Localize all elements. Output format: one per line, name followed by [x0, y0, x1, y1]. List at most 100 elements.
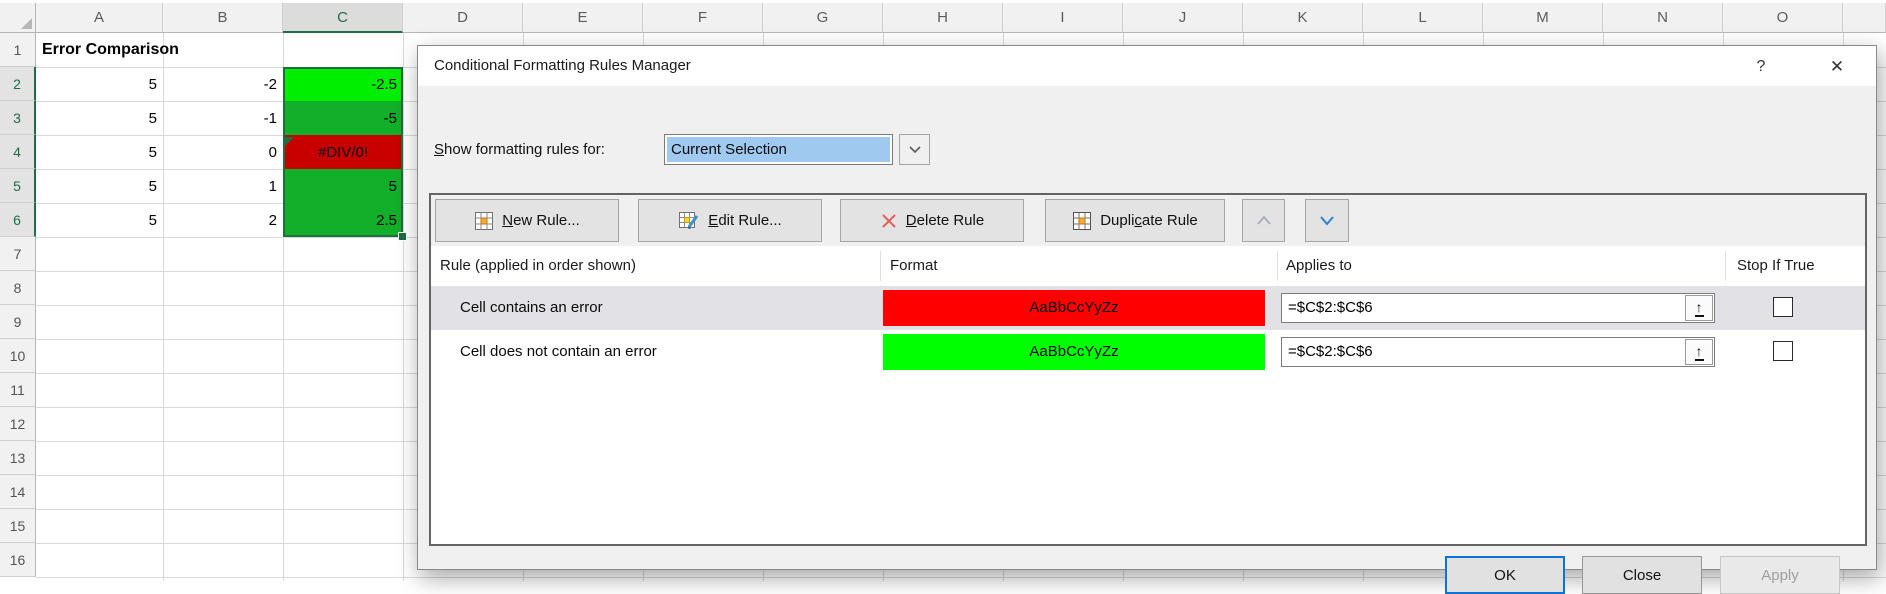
rule-name: Cell contains an error — [460, 286, 603, 330]
collapse-dialog-button[interactable]: ↑ — [1685, 295, 1713, 321]
column-header-L[interactable]: L — [1363, 3, 1483, 33]
row-header-7[interactable]: 7 — [0, 237, 36, 271]
ok-button[interactable]: OK — [1445, 556, 1565, 594]
cell-C6[interactable]: 2.5 — [283, 203, 403, 237]
close-icon[interactable]: ✕ — [1820, 46, 1854, 86]
cell-A4[interactable]: 5 — [36, 135, 163, 169]
cell-C4[interactable]: #DIV/0! — [283, 135, 403, 169]
column-header-C[interactable]: C — [283, 3, 403, 33]
row-header-3[interactable]: 3 — [0, 101, 36, 135]
grid-pencil-icon — [678, 211, 700, 231]
row-header-4[interactable]: 4 — [0, 135, 36, 169]
column-header-D[interactable]: D — [403, 3, 523, 33]
column-header-E[interactable]: E — [523, 3, 643, 33]
edit-rule-label: Edit Rule... — [708, 212, 781, 229]
cell-B4[interactable]: 0 — [163, 135, 283, 169]
scope-dropdown-value: Current Selection — [667, 137, 890, 162]
column-header-N[interactable]: N — [1603, 3, 1723, 33]
column-header-I[interactable]: I — [1003, 3, 1123, 33]
gridline-v — [403, 33, 404, 581]
rules-frame: New Rule... Edit Rule... — [429, 193, 1867, 546]
chevron-down-icon — [1318, 215, 1336, 226]
column-header-applies-to: Applies to — [1286, 246, 1352, 286]
cell-A1[interactable]: Error Comparison — [36, 33, 376, 67]
row-header-12[interactable]: 12 — [0, 407, 36, 441]
cell-B2[interactable]: -2 — [163, 67, 283, 101]
applies-to-value: =$C$2:$C$6 — [1288, 294, 1373, 322]
column-header-G[interactable]: G — [763, 3, 883, 33]
column-header-A[interactable]: A — [36, 3, 163, 33]
duplicate-rule-button[interactable]: Duplicate Rule — [1045, 199, 1225, 242]
dialog-titlebar[interactable]: Conditional Formatting Rules Manager ? ✕ — [418, 46, 1876, 86]
row-header-6[interactable]: 6 — [0, 203, 36, 237]
move-rule-up-button[interactable] — [1242, 199, 1285, 242]
column-header-H[interactable]: H — [883, 3, 1003, 33]
row-header-11[interactable]: 11 — [0, 373, 36, 407]
rules-list: Rule (applied in order shown) Format App… — [431, 246, 1865, 544]
row-header-5[interactable]: 5 — [0, 169, 36, 203]
applies-to-input[interactable]: =$C$2:$C$6 ↑ — [1281, 293, 1715, 323]
stop-if-true-checkbox[interactable] — [1773, 297, 1793, 317]
help-icon[interactable]: ? — [1746, 46, 1776, 86]
cell-B6[interactable]: 2 — [163, 203, 283, 237]
move-rule-down-button[interactable] — [1305, 199, 1349, 242]
row-header-14[interactable]: 14 — [0, 475, 36, 509]
cell-A6[interactable]: 5 — [36, 203, 163, 237]
applies-to-value: =$C$2:$C$6 — [1288, 338, 1373, 366]
edit-rule-button[interactable]: Edit Rule... — [638, 199, 822, 242]
rule-row-cell-no-error[interactable]: Cell does not contain an error AaBbCcYyZ… — [431, 330, 1865, 374]
dialog-body: Show formatting rules for: Current Selec… — [418, 86, 1876, 569]
chevron-down-icon — [908, 145, 922, 154]
collapse-dialog-icon: ↑ — [1695, 300, 1704, 317]
cell-A3[interactable]: 5 — [36, 101, 163, 135]
cell-C5[interactable]: 5 — [283, 169, 403, 203]
column-header-partial — [1843, 3, 1886, 33]
delete-rule-label: Delete Rule — [906, 212, 984, 229]
cell-A5[interactable]: 5 — [36, 169, 163, 203]
column-header-O[interactable]: O — [1723, 3, 1843, 33]
cell-A2[interactable]: 5 — [36, 67, 163, 101]
delete-rule-button[interactable]: Delete Rule — [840, 199, 1024, 242]
header-divider — [880, 251, 881, 281]
row-header-9[interactable]: 9 — [0, 305, 36, 339]
cell-C3[interactable]: -5 — [283, 101, 403, 135]
column-header-rule: Rule (applied in order shown) — [440, 246, 636, 286]
grid-new-icon — [474, 211, 494, 231]
row-header-10[interactable]: 10 — [0, 339, 36, 373]
row-header-2[interactable]: 2 — [0, 67, 36, 101]
header-divider — [1725, 251, 1726, 281]
stop-if-true-checkbox[interactable] — [1773, 341, 1793, 361]
cell-C2[interactable]: -2.5 — [283, 67, 403, 101]
rule-format-preview: AaBbCcYyZz — [883, 334, 1265, 370]
collapse-dialog-button[interactable]: ↑ — [1685, 339, 1713, 365]
rule-name: Cell does not contain an error — [460, 330, 657, 374]
new-rule-label: New Rule... — [502, 212, 580, 229]
scope-dropdown[interactable]: Current Selection — [664, 134, 893, 165]
header-divider — [1277, 251, 1278, 281]
column-header-F[interactable]: F — [643, 3, 763, 33]
conditional-formatting-rules-manager-dialog: Conditional Formatting Rules Manager ? ✕… — [417, 45, 1877, 570]
column-header-K[interactable]: K — [1243, 3, 1363, 33]
column-header-B[interactable]: B — [163, 3, 283, 33]
column-header-M[interactable]: M — [1483, 3, 1603, 33]
apply-button[interactable]: Apply — [1720, 556, 1840, 594]
cell-B3[interactable]: -1 — [163, 101, 283, 135]
row-header-8[interactable]: 8 — [0, 271, 36, 305]
new-rule-button[interactable]: New Rule... — [435, 199, 619, 242]
close-button[interactable]: Close — [1582, 556, 1702, 594]
column-header-format: Format — [890, 246, 938, 286]
column-header-J[interactable]: J — [1123, 3, 1243, 33]
row-header-16[interactable]: 16 — [0, 543, 36, 577]
fill-handle[interactable] — [398, 232, 407, 241]
applies-to-input[interactable]: =$C$2:$C$6 ↑ — [1281, 337, 1715, 367]
row-header-13[interactable]: 13 — [0, 441, 36, 475]
duplicate-rule-label: Duplicate Rule — [1100, 212, 1198, 229]
scope-dropdown-arrow-button[interactable] — [899, 134, 930, 165]
row-header-15[interactable]: 15 — [0, 509, 36, 543]
red-x-icon — [880, 212, 898, 230]
select-all-corner[interactable] — [0, 3, 36, 33]
cell-B5[interactable]: 1 — [163, 169, 283, 203]
row-header-1[interactable]: 1 — [0, 33, 36, 67]
grid-duplicate-icon — [1072, 211, 1092, 231]
rule-row-cell-contains-error[interactable]: Cell contains an error AaBbCcYyZz =$C$2:… — [431, 286, 1865, 330]
